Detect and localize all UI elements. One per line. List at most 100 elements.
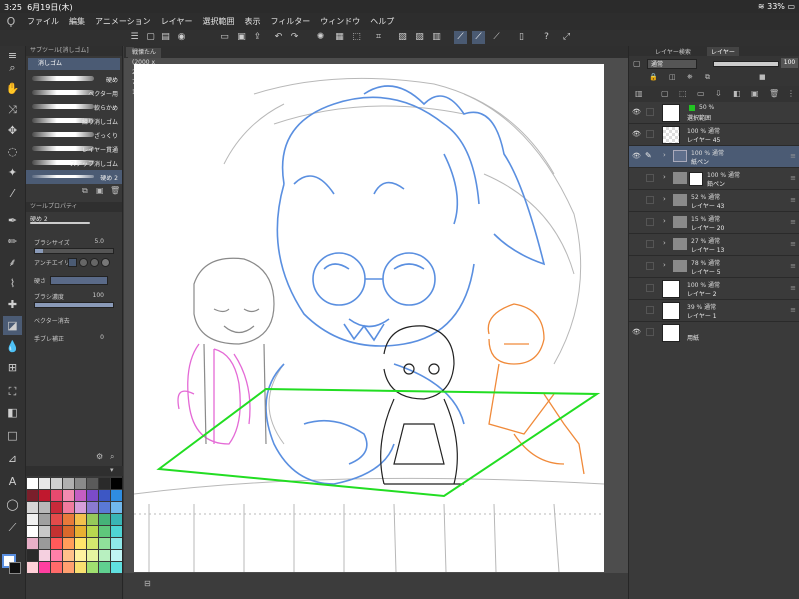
tab-layer-search[interactable]: レイヤー検索: [651, 47, 695, 56]
expand-chevron-icon[interactable]: ›: [663, 151, 666, 159]
open-file-icon[interactable]: ▤: [159, 31, 172, 44]
fullscreen-icon[interactable]: ⤢: [560, 31, 573, 44]
redo-icon[interactable]: ↷: [288, 31, 301, 44]
layer-lock-checkbox[interactable]: [646, 174, 654, 182]
layer-lock-checkbox[interactable]: [646, 262, 654, 270]
color-swatch[interactable]: [63, 550, 74, 561]
color-swatch[interactable]: [63, 562, 74, 573]
layer-row[interactable]: 👁 用紙: [629, 322, 799, 344]
share-icon[interactable]: ⇪: [251, 31, 264, 44]
brush-item[interactable]: ベクター用: [26, 86, 122, 100]
balloon-icon[interactable]: ◯: [3, 495, 22, 514]
color-swatch[interactable]: [51, 526, 62, 537]
color-swatch[interactable]: [75, 526, 86, 537]
menu-help[interactable]: ヘルプ: [365, 16, 399, 27]
menu-layer[interactable]: レイヤー: [156, 16, 198, 27]
antialias-none-option[interactable]: [68, 258, 77, 267]
density-row[interactable]: ブラシ濃度 100: [26, 290, 122, 302]
antialias-medium-option[interactable]: [90, 258, 99, 267]
layer-lock-checkbox[interactable]: [646, 284, 654, 292]
merge-down-icon[interactable]: ⇩: [715, 89, 722, 98]
color-swatch[interactable]: [27, 514, 38, 525]
canvas-tab[interactable]: × 戦慄たん (2000 x 2000px 72dpi 112.2%): [126, 47, 162, 96]
color-swatch[interactable]: [111, 514, 122, 525]
brush-item-selected[interactable]: 硬め 2: [26, 170, 122, 184]
brush-item[interactable]: レイヤー貫通: [26, 142, 122, 156]
menu-selection[interactable]: 選択範囲: [197, 16, 239, 27]
save-icon[interactable]: ▣: [235, 31, 248, 44]
color-swatch[interactable]: [99, 490, 110, 501]
layer-lock-checkbox[interactable]: [646, 196, 654, 204]
color-swatch[interactable]: [111, 562, 122, 573]
color-swatch[interactable]: [87, 562, 98, 573]
stabilization-row[interactable]: 手ブレ補正 0: [26, 332, 122, 344]
color-swatch[interactable]: [99, 478, 110, 489]
expand-chevron-icon[interactable]: ›: [663, 261, 666, 269]
layer-row[interactable]: 👁 50 % 選択範囲: [629, 102, 799, 124]
color-swatch[interactable]: [87, 502, 98, 513]
color-swatch[interactable]: [75, 514, 86, 525]
layer-props-icon[interactable]: ▥: [635, 89, 643, 98]
brush-item[interactable]: ざっくり: [26, 128, 122, 142]
color-swatch[interactable]: [63, 538, 74, 549]
app-logo-icon[interactable]: Ϙ: [0, 15, 22, 28]
layer-row[interactable]: › 27 % 通常 レイヤー 13 ≡: [629, 234, 799, 256]
layer-row[interactable]: › 52 % 通常 レイヤー 43 ≡: [629, 190, 799, 212]
opacity-value[interactable]: 100: [781, 58, 798, 68]
drag-handle-icon[interactable]: ≡: [790, 152, 796, 160]
color-swatch[interactable]: [27, 526, 38, 537]
ruler-link-icon[interactable]: ⧉: [705, 73, 710, 82]
drag-handle-icon[interactable]: ≡: [790, 240, 796, 248]
fit-view-icon[interactable]: ⊟: [144, 579, 151, 588]
color-swatch[interactable]: [27, 490, 38, 501]
menu-view[interactable]: 表示: [239, 16, 265, 27]
color-swatch[interactable]: [63, 526, 74, 537]
fill-canvas-icon[interactable]: ▦: [333, 31, 346, 44]
new-file-icon[interactable]: ▢: [144, 31, 157, 44]
airbrush-icon[interactable]: ⌇: [3, 274, 22, 293]
perspective-ruler-green[interactable]: [156, 387, 601, 498]
grid-snap-icon[interactable]: ⟋: [490, 31, 503, 44]
ruler-snap-icon[interactable]: ⟋: [454, 31, 467, 44]
color-layer-icon[interactable]: ■: [759, 73, 766, 81]
visibility-eye-icon[interactable]: 👁: [632, 108, 641, 116]
density-slider[interactable]: [26, 302, 122, 312]
layer-row[interactable]: 39 % 通常 レイヤー 1 ≡: [629, 300, 799, 322]
color-swatch[interactable]: [51, 478, 62, 489]
layer-row[interactable]: › 78 % 通常 レイヤー 5 ≡: [629, 256, 799, 278]
delete-icon[interactable]: 🗑: [110, 186, 120, 195]
color-swatch[interactable]: [63, 502, 74, 513]
subtool-group-tab[interactable]: 消しゴム: [28, 58, 120, 70]
color-swatch[interactable]: [51, 538, 62, 549]
new-vector-layer-icon[interactable]: ⬚: [679, 89, 687, 98]
duplicate-icon[interactable]: ▣: [96, 186, 104, 195]
color-swatch[interactable]: [87, 478, 98, 489]
canvas-paper[interactable]: [133, 64, 605, 573]
eyedropper-icon[interactable]: ⁄: [3, 184, 22, 203]
ruler-icon[interactable]: ⊿: [3, 449, 22, 468]
color-swatch[interactable]: [63, 490, 74, 501]
color-swatch[interactable]: [111, 502, 122, 513]
layer-row[interactable]: › 100 % 通常 鉛ペン ≡: [629, 168, 799, 190]
color-swatch[interactable]: [27, 538, 38, 549]
brush-size-row[interactable]: ブラシサイズ 5.0: [26, 236, 122, 248]
apply-mask-icon[interactable]: ▣: [751, 89, 759, 98]
visibility-eye-icon[interactable]: 👁: [632, 152, 641, 160]
brush-size-slider[interactable]: [26, 248, 122, 254]
color-swatch[interactable]: [39, 562, 50, 573]
layer-row[interactable]: 100 % 通常 レイヤー 2 ≡: [629, 278, 799, 300]
text-icon[interactable]: A: [3, 472, 22, 491]
undo-icon[interactable]: ↶: [272, 31, 285, 44]
search-icon[interactable]: ⌕: [110, 452, 114, 462]
color-swatch[interactable]: [27, 502, 38, 513]
transform-icon[interactable]: ⌗: [372, 31, 385, 44]
color-swatch[interactable]: [51, 490, 62, 501]
color-swatch[interactable]: [39, 514, 50, 525]
color-swatch[interactable]: [39, 478, 50, 489]
brush-icon[interactable]: ⸙: [3, 253, 22, 272]
color-swatch[interactable]: [27, 562, 38, 573]
expand-chevron-icon[interactable]: ›: [663, 217, 666, 225]
menu-file[interactable]: ファイル: [22, 16, 64, 27]
hand-icon[interactable]: ✋: [3, 79, 22, 98]
color-swatch[interactable]: [75, 538, 86, 549]
